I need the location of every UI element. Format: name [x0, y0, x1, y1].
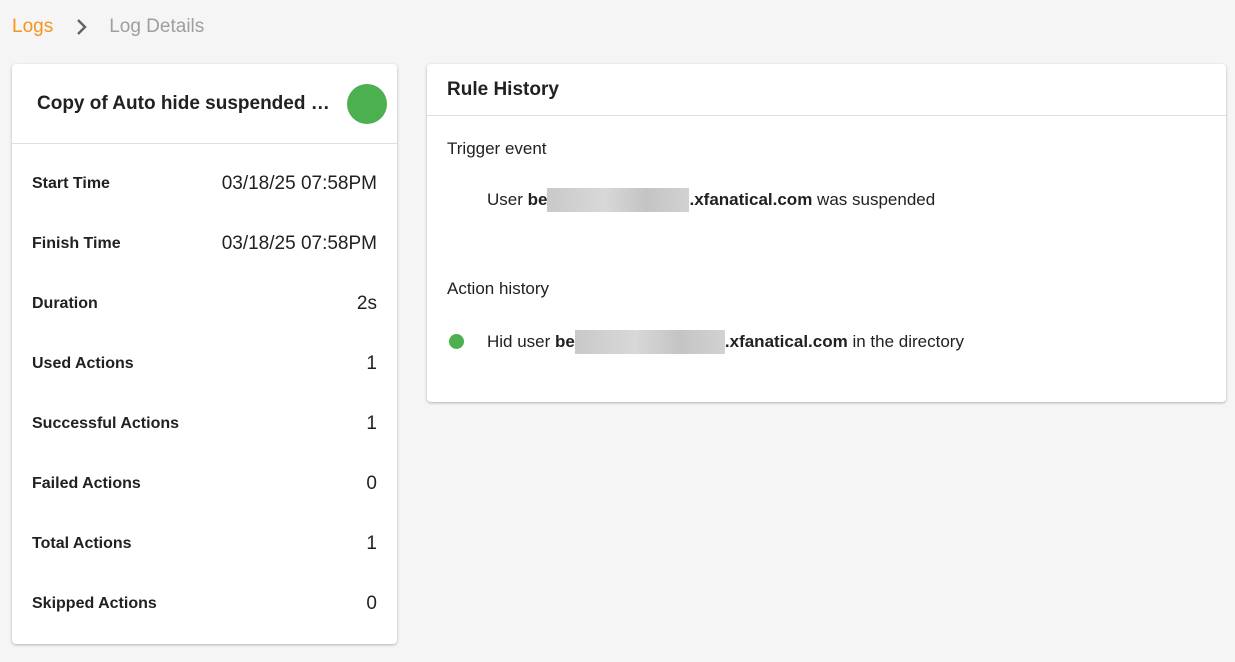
status-indicator: [347, 83, 387, 124]
stat-row-total-actions: Total Actions 1: [32, 514, 377, 574]
breadcrumb-current: Log Details: [109, 16, 205, 37]
stat-label: Successful Actions: [32, 415, 180, 432]
stat-label: Finish Time: [32, 235, 121, 252]
stat-label: Used Actions: [32, 355, 134, 372]
stat-row-successful-actions: Successful Actions 1: [32, 394, 377, 454]
trigger-event-text: User be .xfanatical.com was suspended: [487, 188, 935, 212]
trigger-event-heading: Trigger event: [447, 139, 547, 158]
rule-history-title: Rule History: [427, 64, 1226, 116]
rule-title: Copy of Auto hide suspended users: [37, 92, 331, 114]
trigger-suffix: was suspended: [817, 190, 936, 209]
action-history-heading: Action history: [447, 279, 550, 298]
action-status-dot: [449, 334, 464, 349]
action-history-item: Hid user be .xfanatical.com in the direct…: [487, 330, 964, 354]
breadcrumb: Logs Log Details: [12, 14, 204, 40]
action-prefix: Hid user: [487, 332, 551, 351]
stat-label: Duration: [32, 295, 98, 312]
stat-value: 03/18/25 07:58PM: [221, 233, 377, 254]
stats-list: Start Time 03/18/25 07:58PM Finish Time …: [12, 154, 397, 634]
stat-label: Total Actions: [32, 535, 132, 552]
stat-value: 03/18/25 07:58PM: [221, 173, 377, 194]
redacted-block: [574, 330, 725, 354]
breadcrumb-logs-link[interactable]: Logs: [12, 16, 53, 38]
rule-history-card: Rule History Trigger event User be .xfana…: [427, 64, 1226, 402]
user-email-end: .xfanatical.com: [689, 190, 813, 209]
stat-row-start-time: Start Time 03/18/25 07:58PM: [32, 154, 377, 214]
stat-row-skipped-actions: Skipped Actions 0: [32, 574, 377, 634]
user-email-start: be: [527, 190, 548, 209]
stat-value: 1: [366, 533, 377, 554]
stat-row-failed-actions: Failed Actions 0: [32, 454, 377, 514]
log-summary-card: Copy of Auto hide suspended users Start …: [12, 64, 397, 644]
user-email-end: .xfanatical.com: [724, 332, 848, 351]
redacted-block: [547, 188, 690, 212]
stat-value: 0: [366, 593, 377, 614]
stat-value: 0: [366, 473, 377, 494]
stat-label: Start Time: [32, 175, 110, 192]
trigger-prefix: User: [487, 190, 523, 209]
stat-value: 2s: [356, 293, 377, 314]
action-suffix: in the directory: [852, 332, 964, 351]
stat-row-finish-time: Finish Time 03/18/25 07:58PM: [32, 214, 377, 274]
chevron-right-icon: [71, 19, 93, 35]
stat-row-used-actions: Used Actions 1: [32, 334, 377, 394]
stat-row-duration: Duration 2s: [32, 274, 377, 334]
stat-value: 1: [366, 353, 377, 374]
stat-label: Skipped Actions: [32, 595, 157, 612]
user-email-start: be: [555, 332, 575, 351]
stat-label: Failed Actions: [32, 475, 141, 492]
summary-header: Copy of Auto hide suspended users: [12, 64, 397, 144]
stat-value: 1: [366, 413, 377, 434]
